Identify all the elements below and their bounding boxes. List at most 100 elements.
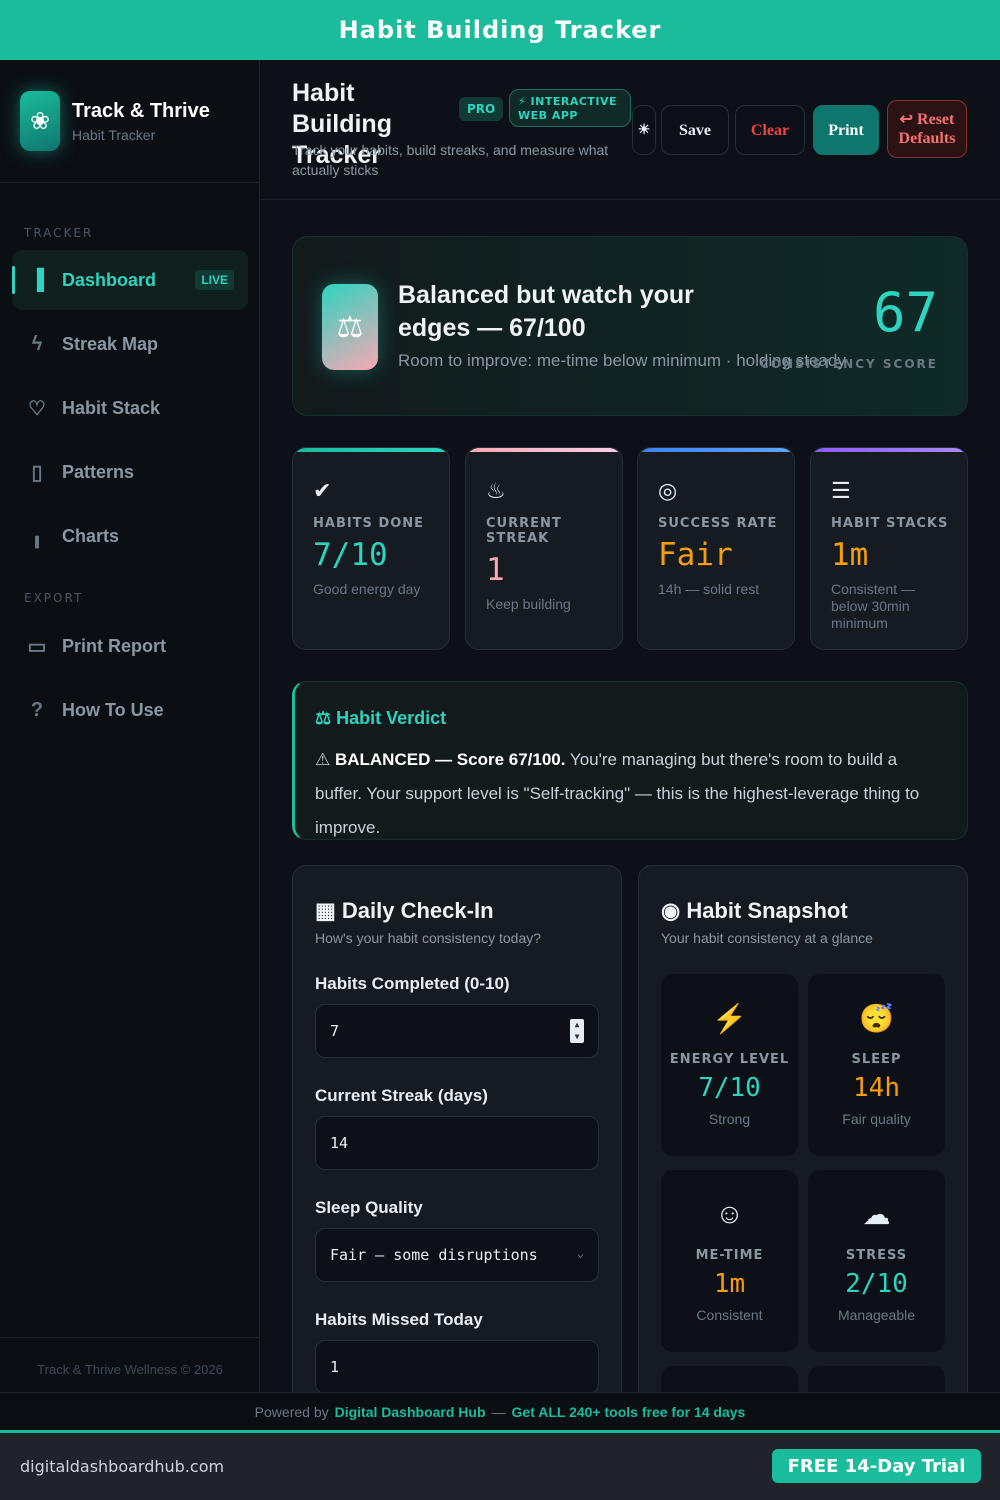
sidebar-footer: Track & Thrive Wellness © 2026 <box>0 1337 260 1392</box>
current-streak-input[interactable]: 14 <box>315 1116 599 1170</box>
snapshot-value: 14h <box>853 1073 900 1103</box>
sleep-quality-select[interactable]: Fair — some disruptions ⌄ <box>315 1228 599 1282</box>
help-circle-icon: ? <box>30 698 44 721</box>
top-banner: Habit Building Tracker <box>0 0 1000 60</box>
snapshot-note: Consistent <box>696 1307 763 1323</box>
verdict-title: ⚖ Habit Verdict <box>315 708 947 729</box>
stat-card-current-streak: ♨ CURRENT STREAK 1 Keep building <box>465 447 623 650</box>
stat-label: HABITS DONE <box>313 516 425 531</box>
stress-icon: ☁ <box>862 1199 891 1230</box>
heart-icon: ♡ <box>28 397 46 420</box>
panel-title: ▦ Daily Check-In <box>315 898 599 924</box>
reset-defaults-button[interactable]: ↩ Reset Defaults <box>887 100 967 158</box>
warning-icon: ⚠ <box>315 750 335 769</box>
sidebar-item-print-report[interactable]: ▭ Print Report <box>12 616 248 676</box>
snapshot-label: ENERGY LEVEL <box>669 1052 790 1067</box>
habits-missed-input[interactable]: 1 <box>315 1340 599 1392</box>
stat-note: 14h — solid rest <box>658 581 760 597</box>
lightning-icon: ϟ <box>31 332 43 355</box>
verdict-title-text: Habit Verdict <box>336 708 447 728</box>
clipboard-icon: ▯ <box>31 461 43 484</box>
checkin-subtitle: How's your habit consistency today? <box>315 930 542 946</box>
theme-toggle-button[interactable]: ☀ <box>632 105 656 155</box>
camera-icon: ◉ <box>661 898 687 923</box>
snapshot-value: 7/10 <box>698 1073 761 1103</box>
free-trial-button[interactable]: FREE 14-Day Trial <box>772 1449 981 1483</box>
habit-verdict: ⚖ Habit Verdict ⚠ BALANCED — Score 67/10… <box>292 681 968 840</box>
snapshot-note: Fair quality <box>842 1111 911 1127</box>
sidebar-item-label: Habit Stack <box>62 397 161 418</box>
powered-separator: — <box>491 1403 506 1420</box>
consistency-score-label: CONSISTENCY SCORE <box>760 357 938 371</box>
stat-label: CURRENT STREAK <box>486 516 562 546</box>
field-label-current-streak: Current Streak (days) <box>315 1086 488 1105</box>
sidebar-item-how-to-use[interactable]: ? How To Use <box>12 680 248 740</box>
sidebar-item-charts[interactable]: ╻ Charts <box>12 506 248 566</box>
snapshot-card-me-time: ☺ ME-TIME 1m Consistent <box>661 1170 798 1352</box>
footer-domain: digitaldashboardhub.com <box>20 1457 225 1476</box>
snapshot-label: STRESS <box>845 1248 908 1263</box>
stat-value: 1m <box>831 537 869 573</box>
stack-icon: ☰ <box>831 478 851 503</box>
stat-note: Good energy day <box>313 581 421 597</box>
powered-prefix: Powered by <box>254 1403 329 1420</box>
snapshot-value: 1m <box>713 1269 746 1299</box>
sidebar-item-patterns[interactable]: ▯ Patterns <box>12 442 248 502</box>
interactive-web-app-badge: ⚡ INTERACTIVE WEB APP <box>509 89 631 127</box>
hero-title: Balanced but watch your edges — 67/100 <box>398 281 694 342</box>
stat-card-habits-done: ✔ HABITS DONE 7/10 Good energy day <box>292 447 450 650</box>
stat-accent-bar <box>466 448 622 452</box>
field-label-habits-completed: Habits Completed (0-10) <box>315 974 510 993</box>
snapshot-card-partial <box>808 1366 945 1392</box>
stat-accent-bar <box>293 448 449 452</box>
sidebar-item-label: Streak Map <box>62 333 159 354</box>
hero-summary: ⚖ Balanced but watch your edges — 67/100… <box>292 236 968 416</box>
snapshot-card-energy: ⚡ ENERGY LEVEL 7/10 Strong <box>661 974 798 1156</box>
field-label-habits-missed: Habits Missed Today <box>315 1310 483 1329</box>
stat-note: Consistent — below 30min minimum <box>831 581 916 631</box>
balance-icon: ⚖ <box>322 284 378 370</box>
nav-section-export: EXPORT <box>24 591 84 605</box>
lightning-icon: ⚡ <box>712 1003 747 1034</box>
verdict-body: ⚠ BALANCED — Score 67/100. You're managi… <box>315 743 947 845</box>
sidebar-item-label: Dashboard <box>62 269 157 290</box>
sidebar-item-habit-stack[interactable]: ♡ Habit Stack <box>12 378 248 438</box>
nav-section-tracker: TRACKER <box>24 226 94 240</box>
stat-label: HABIT STACKS <box>831 516 949 531</box>
sidebar-item-dashboard[interactable]: ▐ Dashboard LIVE <box>12 250 248 310</box>
snapshot-value: 2/10 <box>845 1269 908 1299</box>
bar-chart-icon: ╻ <box>30 525 44 548</box>
snapshot-card-stress: ☁ STRESS 2/10 Manageable <box>808 1170 945 1352</box>
leaf-icon: ❀ <box>20 91 60 151</box>
page-header: Habit Building Tracker PRO ⚡ INTERACTIVE… <box>261 60 1000 200</box>
checkin-title: Daily Check-In <box>341 898 494 923</box>
snapshot-subtitle: Your habit consistency at a glance <box>661 930 873 946</box>
clear-button[interactable]: Clear <box>735 105 805 155</box>
brand[interactable]: ❀ Track & Thrive Habit Tracker <box>0 60 259 183</box>
brand-title: Track & Thrive <box>72 99 210 122</box>
print-button[interactable]: Print <box>813 105 879 155</box>
live-badge: LIVE <box>195 270 234 290</box>
sidebar-item-label: Print Report <box>62 635 167 656</box>
snapshot-card-sleep: 😴 SLEEP 14h Fair quality <box>808 974 945 1156</box>
habit-snapshot-panel: ◉ Habit Snapshot Your habit consistency … <box>638 865 968 1392</box>
snapshot-label: ME-TIME <box>695 1248 764 1263</box>
snapshot-note: Strong <box>708 1111 751 1127</box>
site-footer: digitaldashboardhub.com FREE 14-Day Tria… <box>0 1433 1000 1500</box>
digital-dashboard-hub-link[interactable]: Digital Dashboard Hub <box>335 1404 486 1420</box>
stat-card-success-rate: ◎ SUCCESS RATE Fair 14h — solid rest <box>637 447 795 650</box>
promo-link[interactable]: Get ALL 240+ tools free for 14 days <box>512 1404 746 1420</box>
stat-card-habit-stacks: ☰ HABIT STACKS 1m Consistent — below 30m… <box>810 447 968 650</box>
number-stepper[interactable]: ▲ ▼ <box>570 1019 584 1043</box>
calendar-icon: ▦ <box>315 898 342 923</box>
snapshot-note: Manageable <box>837 1307 916 1323</box>
person-icon: ☺ <box>715 1198 744 1229</box>
field-value: Fair — some disruptions <box>330 1246 538 1264</box>
snapshot-label: SLEEP <box>851 1052 902 1067</box>
scale-icon: ⚖ <box>315 708 337 728</box>
sidebar-item-streak-map[interactable]: ϟ Streak Map <box>12 314 248 374</box>
save-button[interactable]: Save <box>661 105 729 155</box>
habits-completed-input[interactable]: 7 ▲ ▼ <box>315 1004 599 1058</box>
sidebar: ❀ Track & Thrive Habit Tracker TRACKER ▐… <box>0 60 260 1392</box>
page-tagline: Track your habits, build streaks, and me… <box>292 142 609 178</box>
